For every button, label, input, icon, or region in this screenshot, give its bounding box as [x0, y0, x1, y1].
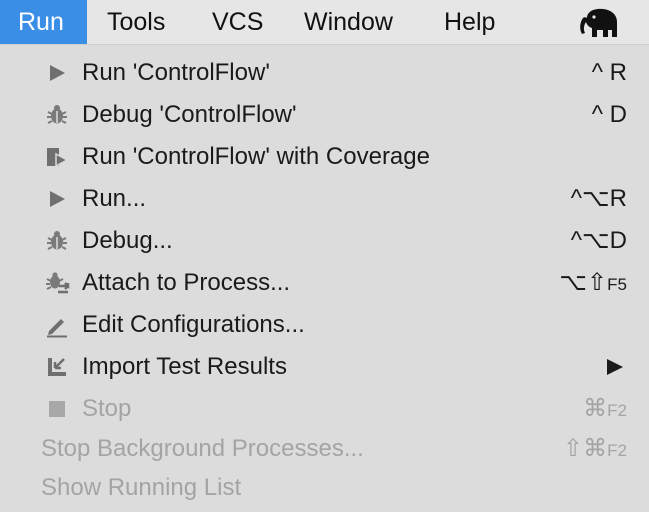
coverage-icon	[47, 148, 69, 168]
menu-item-run-controlflow[interactable]: Run 'ControlFlow' ^ R	[0, 52, 649, 94]
menu-item-stop: Stop ⌘F2	[0, 388, 649, 430]
menu-item-run-with-coverage[interactable]: Run 'ControlFlow' with Coverage	[0, 136, 649, 178]
edit-icon	[47, 319, 67, 338]
menubar-item-tools[interactable]: Tools	[87, 0, 188, 44]
menu-item-shortcut: ^⌥R	[570, 185, 627, 212]
import-icon	[48, 358, 66, 376]
menu-item-label: Stop Background Processes...	[41, 435, 364, 462]
menu-item-label: Stop	[82, 395, 132, 422]
menu-item-shortcut: ⌥⇧F5	[559, 269, 627, 296]
menu-item-shortcut: ^ D	[591, 101, 627, 128]
debug-icon	[47, 105, 67, 124]
menu-item-debug-ellipsis[interactable]: Debug... ^⌥D	[0, 220, 649, 262]
menu-item-import-test-results[interactable]: Import Test Results	[0, 346, 649, 388]
menubar-item-window[interactable]: Window	[280, 0, 419, 44]
run-icon	[50, 191, 65, 207]
menu-item-stop-background-processes: Stop Background Processes... ⇧⌘F2	[0, 428, 649, 470]
menubar-item-help[interactable]: Help	[419, 0, 519, 44]
elephant-icon[interactable]	[579, 6, 623, 40]
menu-item-debug-controlflow[interactable]: Debug 'ControlFlow' ^ D	[0, 94, 649, 136]
menu-item-show-running-list: Show Running List	[0, 467, 649, 509]
menubar-item-run[interactable]: Run	[0, 0, 87, 44]
menu-item-shortcut: ⌘F2	[583, 395, 627, 422]
menu-item-shortcut: ⇧⌘F2	[563, 435, 627, 462]
menu-item-label: Debug 'ControlFlow'	[82, 101, 297, 128]
debug-icon	[47, 231, 67, 250]
menu-item-run-ellipsis[interactable]: Run... ^⌥R	[0, 178, 649, 220]
menu-item-label: Attach to Process...	[82, 269, 291, 296]
menu-item-label: Run...	[82, 185, 147, 212]
menu-item-attach-to-process[interactable]: Attach to Process... ⌥⇧F5	[0, 262, 649, 304]
run-icon	[50, 65, 65, 81]
menu-item-shortcut: ^⌥D	[570, 227, 627, 254]
menu-bar: Run Tools VCS Window Help	[0, 0, 649, 45]
run-menu-dropdown: Run 'ControlFlow' ^ R Debug 'ControlFlow…	[0, 45, 649, 512]
menu-item-label: Debug...	[82, 227, 173, 254]
attach-icon	[46, 272, 70, 294]
menu-item-label: Run 'ControlFlow'	[82, 59, 270, 86]
menu-item-edit-configurations[interactable]: Edit Configurations...	[0, 304, 649, 346]
menubar-item-vcs[interactable]: VCS	[188, 0, 280, 44]
stop-icon	[49, 401, 65, 417]
menu-item-shortcut: ^ R	[591, 59, 627, 86]
menu-item-label: Import Test Results	[82, 353, 287, 380]
menu-item-label: Edit Configurations...	[82, 311, 305, 338]
submenu-arrow-icon	[607, 359, 623, 375]
menu-item-label: Run 'ControlFlow' with Coverage	[82, 143, 430, 170]
menu-item-label: Show Running List	[41, 474, 242, 501]
